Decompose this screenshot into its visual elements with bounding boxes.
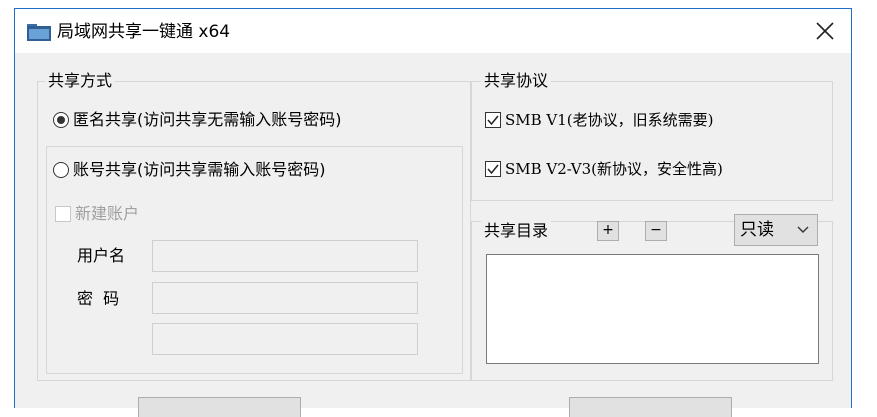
main-window: 局域网共享一键通 x64 共享方式 匿名共享(访问共享无需输入账号密码) 账号共… bbox=[14, 8, 852, 417]
protocol-group bbox=[471, 81, 833, 201]
new-account-checkbox[interactable]: 新建账户 bbox=[55, 203, 139, 225]
chevron-down-icon bbox=[797, 215, 809, 256]
folder-icon bbox=[27, 24, 51, 41]
close-button[interactable] bbox=[799, 9, 851, 53]
confirm-password-input[interactable] bbox=[152, 323, 418, 355]
smb1-label: SMB V1(老协议，旧系统需要) bbox=[505, 111, 714, 129]
username-input[interactable] bbox=[152, 240, 418, 272]
account-share-label: 账号共享(访问共享需输入账号密码) bbox=[73, 160, 326, 179]
smb1-checkbox[interactable]: SMB V1(老协议，旧系统需要) bbox=[485, 109, 714, 131]
checkbox-icon bbox=[55, 206, 71, 222]
radio-unselected-icon bbox=[53, 162, 69, 178]
share-mode-legend: 共享方式 bbox=[45, 71, 116, 91]
close-icon bbox=[816, 22, 834, 40]
checkmark-icon bbox=[485, 161, 501, 177]
protocol-legend: 共享协议 bbox=[481, 71, 552, 91]
anonymous-share-label: 匿名共享(访问共享无需输入账号密码) bbox=[73, 110, 342, 129]
bottom-right-button[interactable] bbox=[569, 397, 732, 417]
window-title: 局域网共享一键通 x64 bbox=[57, 22, 231, 42]
share-dir-legend: 共享目录 bbox=[481, 221, 552, 241]
new-account-label: 新建账户 bbox=[75, 204, 140, 223]
smb2-label: SMB V2-V3(新协议，安全性高) bbox=[505, 160, 723, 178]
username-label: 用户名 bbox=[77, 246, 126, 265]
share-dir-list[interactable] bbox=[486, 254, 819, 364]
remove-dir-button[interactable]: − bbox=[645, 221, 667, 241]
password-input[interactable] bbox=[152, 282, 418, 314]
checkmark-icon bbox=[485, 112, 501, 128]
anonymous-share-radio[interactable]: 匿名共享(访问共享无需输入账号密码) bbox=[53, 109, 342, 131]
account-share-radio[interactable]: 账号共享(访问共享需输入账号密码) bbox=[53, 159, 326, 181]
permission-select[interactable]: 只读 bbox=[734, 214, 818, 246]
add-dir-button[interactable]: + bbox=[597, 221, 619, 241]
smb2-checkbox[interactable]: SMB V2-V3(新协议，安全性高) bbox=[485, 158, 723, 180]
password-label: 密 码 bbox=[77, 289, 120, 308]
title-bar[interactable]: 局域网共享一键通 x64 bbox=[15, 9, 851, 53]
permission-value: 只读 bbox=[740, 220, 774, 240]
bottom-left-button[interactable] bbox=[138, 397, 301, 417]
radio-selected-icon bbox=[53, 112, 69, 128]
